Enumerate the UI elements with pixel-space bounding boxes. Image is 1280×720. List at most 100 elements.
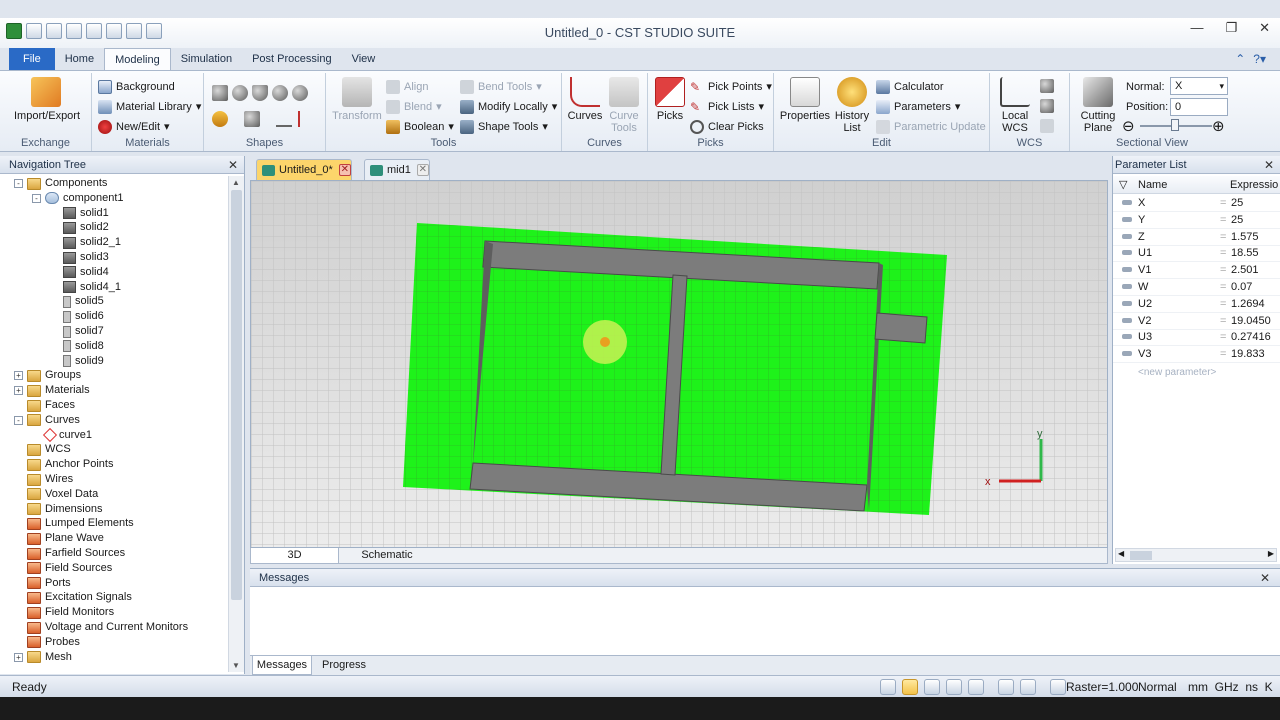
tree-item[interactable]: Lumped Elements xyxy=(14,516,134,531)
sweep-icon[interactable] xyxy=(298,111,314,127)
parameter-row[interactable]: U2 = 1.2694 xyxy=(1113,296,1280,313)
collapse-icon[interactable]: - xyxy=(14,179,23,188)
tree-item[interactable]: Voxel Data xyxy=(14,487,98,502)
pick-points-button[interactable]: ✎ Pick Points ▾ xyxy=(690,78,772,96)
parameter-row[interactable]: U3 = 0.27416 xyxy=(1113,329,1280,347)
new-edit-button[interactable]: New/Edit ▾ xyxy=(98,118,170,136)
tree-item[interactable]: Voltage and Current Monitors xyxy=(14,620,188,635)
import-export-button[interactable]: Import/Export xyxy=(14,77,80,122)
curve-tools-button[interactable]: Curve Tools xyxy=(604,77,644,134)
tree-scrollbar[interactable]: ▲ ▼ xyxy=(228,176,244,672)
boolean-button[interactable]: Boolean ▾ xyxy=(386,118,454,136)
curves-button[interactable]: Curves xyxy=(566,77,604,122)
parameter-value[interactable]: 0.27416 xyxy=(1231,331,1271,343)
history-list-button[interactable]: History List xyxy=(832,77,872,134)
transform-wcs-icon[interactable] xyxy=(1040,99,1054,113)
modify-locally-button[interactable]: Modify Locally ▾ xyxy=(460,98,557,116)
parameter-value[interactable]: 1.575 xyxy=(1231,231,1259,243)
tree-item[interactable]: Farfield Sources xyxy=(14,546,125,561)
parameter-value[interactable]: 25 xyxy=(1231,214,1243,226)
parametric-update-button[interactable]: Parametric Update xyxy=(876,118,986,136)
tree-item[interactable]: WCS xyxy=(14,442,71,457)
tree-item[interactable]: - Curves xyxy=(14,413,80,428)
tree-item[interactable]: solid6 xyxy=(50,309,104,324)
filter-icon[interactable]: ▽ xyxy=(1119,178,1127,191)
tree-item[interactable]: Ports xyxy=(14,576,71,591)
pan-icon[interactable] xyxy=(902,679,918,695)
zoom-in-icon[interactable]: ⊕ xyxy=(1212,117,1225,135)
scroll-thumb[interactable] xyxy=(231,190,242,600)
collapse-icon[interactable]: - xyxy=(14,415,23,425)
parameters-button[interactable]: Parameters ▾ xyxy=(876,98,960,116)
view-tab-schematic[interactable]: Schematic xyxy=(341,548,433,563)
transform-button[interactable]: Transform xyxy=(330,77,384,122)
tree-item[interactable]: Dimensions xyxy=(14,502,102,517)
close-button[interactable]: ✕ xyxy=(1259,20,1270,36)
tree-item[interactable]: + Materials xyxy=(14,383,90,398)
material-library-button[interactable]: Material Library ▾ xyxy=(98,98,201,116)
spin-icon[interactable] xyxy=(968,679,984,695)
collapse-icon[interactable]: - xyxy=(32,193,41,203)
parameter-row[interactable]: W = 0.07 xyxy=(1113,279,1280,296)
scroll-left-icon[interactable]: ◀ xyxy=(1118,549,1124,558)
properties-button[interactable]: Properties xyxy=(778,77,832,122)
help-icon[interactable]: ?▾ xyxy=(1253,52,1266,66)
align-wcs-icon[interactable] xyxy=(1040,79,1054,93)
tree-item[interactable]: Excitation Signals xyxy=(14,590,132,605)
scroll-down-icon[interactable]: ▼ xyxy=(232,661,240,670)
tree-item[interactable]: solid8 xyxy=(50,339,104,354)
tree-item[interactable]: Field Sources xyxy=(14,561,112,576)
zoom-out-icon[interactable]: ⊖ xyxy=(1122,117,1135,135)
3d-viewport[interactable]: y x xyxy=(250,180,1108,548)
clear-picks-button[interactable]: Clear Picks xyxy=(690,118,764,136)
tree-item[interactable]: - Components xyxy=(14,176,107,191)
tree-item[interactable]: + Mesh xyxy=(14,650,72,665)
column-expression[interactable]: Expressio xyxy=(1230,179,1278,191)
tree-item[interactable]: solid5 xyxy=(50,294,104,309)
tree-item[interactable]: solid3 xyxy=(50,250,109,265)
parameter-value[interactable]: 18.55 xyxy=(1231,247,1259,259)
tree-item[interactable]: curve1 xyxy=(32,428,92,443)
parameter-row[interactable]: U1 = 18.55 xyxy=(1113,245,1280,263)
reset-view-icon[interactable] xyxy=(998,679,1014,695)
close-icon[interactable]: ✕ xyxy=(1260,569,1270,587)
picks-button[interactable]: Picks xyxy=(652,77,688,122)
view-tab-3d[interactable]: 3D xyxy=(251,548,339,563)
close-icon[interactable]: ✕ xyxy=(338,164,351,177)
parameter-row[interactable]: V3 = 19.833 xyxy=(1113,346,1280,364)
tab-post-processing[interactable]: Post Processing xyxy=(242,48,341,70)
align-button[interactable]: Align xyxy=(386,78,428,96)
tab-file[interactable]: File xyxy=(9,48,55,70)
close-icon[interactable]: ✕ xyxy=(416,164,429,177)
loft-icon[interactable] xyxy=(276,111,292,127)
feed-line[interactable] xyxy=(874,312,928,344)
pick-tool-icon[interactable] xyxy=(1020,679,1036,695)
local-wcs-button[interactable]: Local WCS xyxy=(994,77,1036,134)
tree-item[interactable]: + Groups xyxy=(14,368,81,383)
scroll-up-icon[interactable]: ▲ xyxy=(232,178,240,187)
parameter-row[interactable]: Y = 25 xyxy=(1113,212,1280,229)
parameter-value[interactable]: 19.0450 xyxy=(1231,315,1271,327)
rotate-view-icon[interactable] xyxy=(924,679,940,695)
parameter-value[interactable]: 25 xyxy=(1231,197,1243,209)
expand-icon[interactable]: + xyxy=(14,386,23,396)
tree-item[interactable]: Probes xyxy=(14,635,80,650)
column-name[interactable]: Name xyxy=(1138,179,1167,191)
brick-icon[interactable] xyxy=(212,85,228,101)
parameter-value[interactable]: 1.2694 xyxy=(1231,298,1265,310)
tree-item[interactable]: Wires xyxy=(14,472,73,487)
close-icon[interactable]: ✕ xyxy=(1264,156,1274,174)
shape-tools-button[interactable]: Shape Tools ▾ xyxy=(460,118,548,136)
rotate-icon[interactable] xyxy=(244,111,260,127)
scroll-right-icon[interactable]: ▶ xyxy=(1268,549,1274,558)
parameter-hscrollbar[interactable]: ◀ ▶ xyxy=(1115,548,1277,562)
model-canvas[interactable]: y x xyxy=(251,181,1108,548)
parameter-value[interactable]: 19.833 xyxy=(1231,348,1265,360)
tab-progress[interactable]: Progress xyxy=(314,656,374,675)
tree-item[interactable]: solid9 xyxy=(50,354,104,369)
doc-tab-untitled[interactable]: Untitled_0* ✕ xyxy=(256,159,352,180)
maximize-button[interactable]: ❐ xyxy=(1225,20,1237,36)
parameter-value[interactable]: 0.07 xyxy=(1231,281,1252,293)
pick-lists-button[interactable]: ✎ Pick Lists ▾ xyxy=(690,98,764,116)
tree-item[interactable]: solid2 xyxy=(50,220,109,235)
